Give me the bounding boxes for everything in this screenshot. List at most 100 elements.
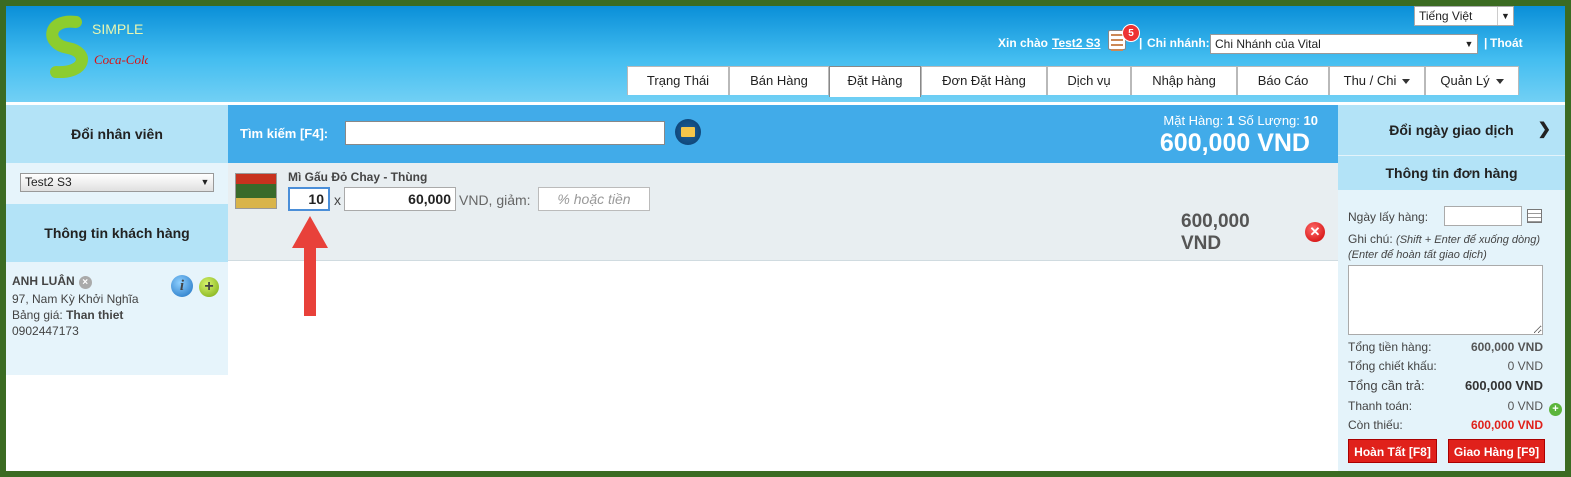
summary-due: Tổng cần trả: 600,000 VND [1348,378,1543,393]
complete-button[interactable]: Hoàn Tất [F8] [1348,439,1437,463]
summary-discount: Tổng chiết khấu: 0 VND [1348,359,1543,373]
tab-thu-chi[interactable]: Thu / Chi [1329,66,1425,95]
notification-button[interactable]: 5 [1108,24,1140,52]
language-value: Tiếng Việt [1419,9,1473,23]
main-nav: Trạng Thái Bán Hàng Đặt Hàng Đơn Đặt Hàn… [627,66,1519,97]
price-list-value: Than thiet [66,308,124,322]
search-bar: Tìm kiếm [F4]: Mặt Hàng: 1 Số Lượng: 10 … [228,105,1338,163]
remove-customer-icon[interactable]: × [78,276,92,289]
logout-link[interactable]: Thoát [1490,36,1523,50]
pointer-arrow-icon [292,216,328,316]
summary-label: Tổng cần trả: [1348,378,1425,393]
branch-select[interactable]: Chi Nhánh của Vital ▼ [1210,34,1478,54]
app-frame: SIMPLE Coca-Cola Tiếng Việt ▼ Xin chào Tes… [0,0,1571,477]
employee-header: Đổi nhân viên [6,105,228,163]
summary-remaining: Còn thiếu: 600,000 VND [1348,418,1543,432]
qty-label: Số Lượng: [1237,113,1300,128]
price-input[interactable]: 60,000 [344,187,456,211]
tab-bao-cao[interactable]: Báo Cáo [1237,66,1329,95]
right-panel: Đổi ngày giao dịch ❯ Thông tin đơn hàng N… [1338,105,1565,471]
summary-value: 0 VND [1507,399,1543,413]
top-bar: SIMPLE Coca-Cola Tiếng Việt ▼ Xin chào Tes… [6,6,1565,102]
product-name: Mì Gấu Đỏ Chay - Thùng [288,170,428,184]
summary-paid: Thanh toán: 0 VND [1348,399,1543,413]
items-count: 1 [1227,113,1235,128]
search-label: Tìm kiếm [F4]: [240,126,329,141]
branch-value: Chi Nhánh của Vital [1215,37,1321,51]
branch-label: Chi nhánh: [1147,36,1210,50]
tab-dich-vu[interactable]: Dịch vụ [1047,66,1131,95]
items-label: Mặt Hàng: [1163,113,1224,128]
svg-text:SIMPLE: SIMPLE [92,21,143,37]
greeting: Xin chào Test2 S3 [998,36,1100,50]
search-input[interactable] [345,121,665,145]
discount-label: VND, giảm: [459,192,531,208]
times-label: x [334,192,341,208]
change-date-label: Đổi ngày giao dịch [1389,122,1514,138]
svg-text:Coca-Cola: Coca-Cola [94,52,148,67]
simple-logo: SIMPLE Coca-Cola [46,15,148,78]
quantity-input[interactable]: 10 [288,187,330,211]
employee-select[interactable]: Test2 S3 ▼ [20,173,214,192]
summary-label: Tổng tiền hàng: [1348,340,1432,354]
tab-don-dat-hang[interactable]: Đơn Đặt Hàng [921,66,1047,95]
calendar-icon[interactable] [1527,209,1542,223]
customer-info: ANH LUÂN × 97, Nam Kỳ Khởi Nghĩa Bảng giá… [6,262,228,338]
qty-count: 10 [1303,113,1318,128]
tab-trang-thai[interactable]: Trạng Thái [627,66,729,95]
summary-label: Còn thiếu: [1348,418,1403,432]
delete-line-icon[interactable]: ✕ [1305,222,1325,242]
summary-value: 600,000 VND [1470,418,1543,432]
change-date-button[interactable]: Đổi ngày giao dịch ❯ [1338,105,1565,155]
info-icon[interactable]: i [171,275,193,297]
left-panel: Đổi nhân viên Test2 S3 ▼ Thông tin khách … [6,105,228,375]
note-label: Ghi chú: (Shift + Enter để xuống dòng) (E… [1348,232,1540,262]
line-total: 600,000 VND [1181,211,1250,254]
pickup-date-input[interactable] [1444,206,1522,226]
order-counts: Mặt Hàng: 1 Số Lượng: 10 [1163,113,1318,128]
employee-value: Test2 S3 [25,175,72,189]
summary-value: 600,000 VND [1464,378,1543,393]
order-line: Mì Gấu Đỏ Chay - Thùng 10 x 60,000 VND, … [228,163,1338,261]
customer-name-text: ANH LUÂN [12,274,75,288]
summary-label: Tổng chiết khấu: [1348,359,1437,373]
summary-value: 0 VND [1507,359,1543,373]
order-info-header: Thông tin đơn hàng [1338,156,1565,190]
price-list: Bảng giá: Than thiet [12,308,222,322]
add-customer-icon[interactable]: + [199,277,219,297]
greeting-label: Xin chào [998,36,1049,50]
summary-subtotal: Tổng tiền hàng: 600,000 VND [1348,340,1543,354]
customer-address: 97, Nam Kỳ Khởi Nghĩa [12,292,139,306]
tab-nhap-hang[interactable]: Nhập hàng [1131,66,1237,95]
caret-down-icon [1402,79,1411,85]
chevron-right-icon: ❯ [1537,121,1551,138]
tab-ban-hang[interactable]: Bán Hàng [729,66,829,95]
chevron-down-icon: ▼ [1464,39,1474,49]
summary-label: Thanh toán: [1348,399,1413,413]
discount-input[interactable]: % hoặc tiền [538,187,650,211]
note-hint-2: (Enter để hoàn tất giao dịch) [1348,249,1487,261]
separator: | [1139,36,1143,50]
tab-quan-ly[interactable]: Quản Lý [1425,66,1519,95]
note-hint-1: (Shift + Enter để xuống dòng) [1396,234,1541,246]
add-payment-icon[interactable]: + [1549,403,1562,416]
user-link[interactable]: Test2 S3 [1052,36,1100,50]
note-label-text: Ghi chú: [1348,232,1393,246]
pickup-label: Ngày lấy hàng: [1348,210,1429,224]
language-select[interactable]: Tiếng Việt ▼ [1414,6,1514,26]
summary-value: 600,000 VND [1470,340,1543,354]
folder-icon[interactable] [675,119,701,145]
customer-header: Thông tin khách hàng [6,204,228,262]
note-textarea[interactable] [1348,265,1543,335]
order-total: 600,000 VND [1159,129,1310,157]
deliver-button[interactable]: Giao Hàng [F9] [1448,439,1545,463]
notification-badge: 5 [1122,24,1140,42]
chevron-down-icon: ▼ [1497,7,1513,25]
product-thumbnail [235,173,277,209]
separator: | [1484,36,1488,50]
tab-dat-hang[interactable]: Đặt Hàng [829,66,921,97]
chevron-down-icon: ▼ [200,177,210,187]
customer-phone: 0902447173 [12,324,79,338]
caret-down-icon [1495,79,1504,85]
price-list-label: Bảng giá: [12,308,63,322]
